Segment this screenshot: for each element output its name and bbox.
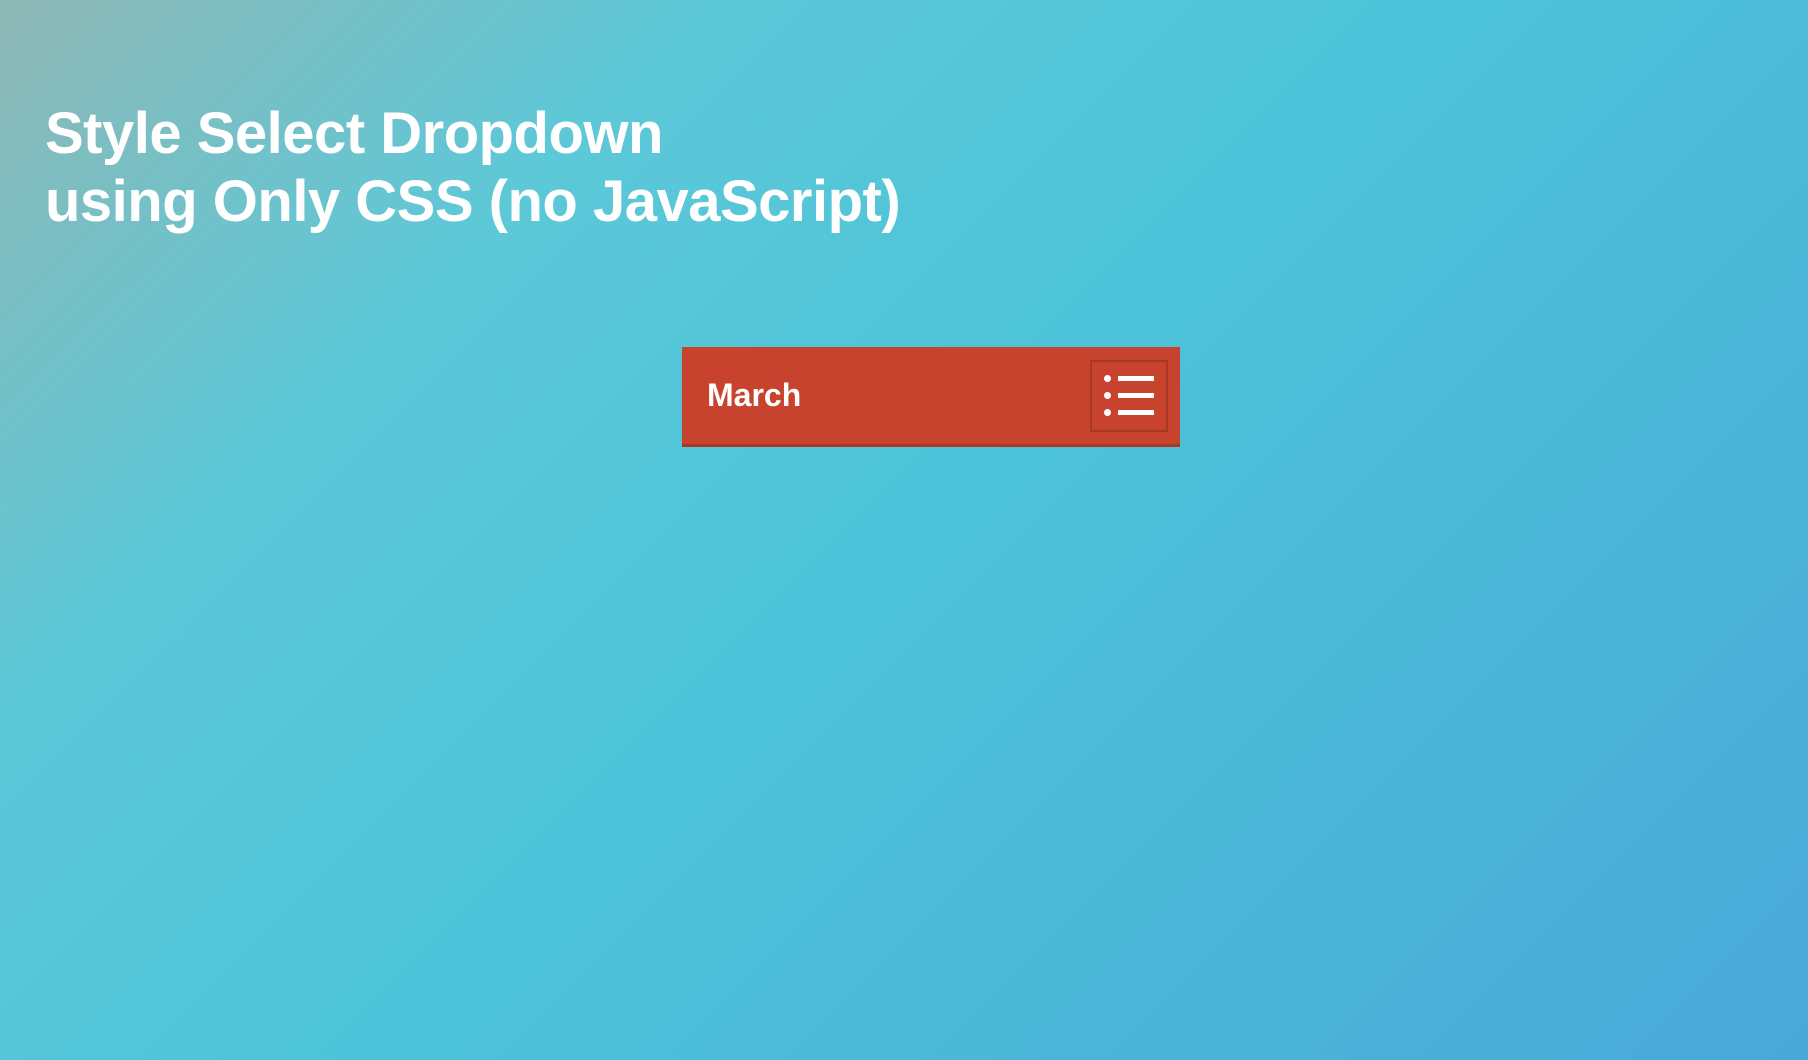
dropdown-toggle-icon-box [1090, 360, 1168, 432]
heading-line-2: using Only CSS (no JavaScript) [45, 169, 900, 234]
select-value: March [707, 377, 1090, 414]
month-select-dropdown[interactable]: March [682, 347, 1180, 447]
heading-line-1: Style Select Dropdown [45, 101, 663, 166]
page-title: Style Select Dropdown using Only CSS (no… [45, 100, 900, 237]
list-icon [1104, 375, 1154, 416]
